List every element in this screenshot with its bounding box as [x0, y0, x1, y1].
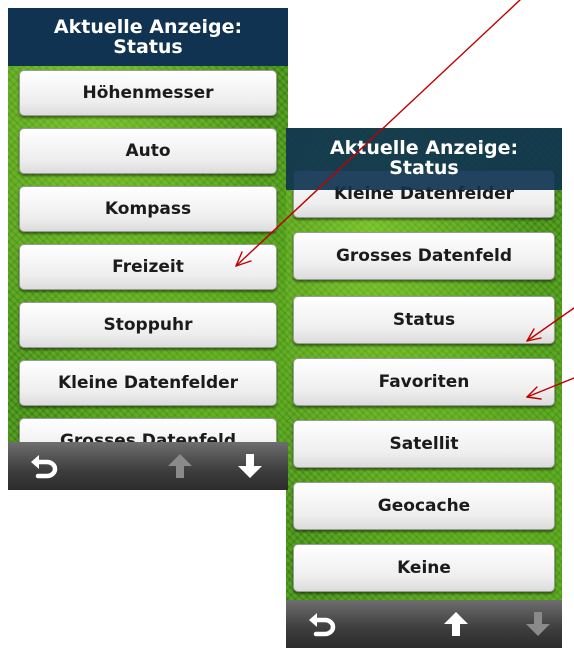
header-current-value: Status: [113, 36, 183, 58]
option-favoriten-button[interactable]: Favoriten: [293, 358, 555, 406]
option-auto-button[interactable]: Auto: [19, 128, 277, 174]
header-current-value: Status: [389, 157, 459, 179]
option-stoppuhr-button[interactable]: Stoppuhr: [19, 302, 277, 348]
current-display-header: Aktuelle Anzeige: Status: [8, 8, 288, 66]
up-arrow-icon[interactable]: [164, 450, 196, 482]
back-icon[interactable]: [28, 450, 60, 482]
header-title: Aktuelle Anzeige:: [53, 16, 243, 38]
device-screen-left: Aktuelle Anzeige: Status Höhenmesser Aut…: [8, 8, 288, 490]
option-kompass-button[interactable]: Kompass: [19, 186, 277, 232]
option-satellit-button[interactable]: Satellit: [293, 420, 555, 468]
option-kleine-datenfelder-button[interactable]: Kleine Datenfelder: [19, 360, 277, 406]
device-screen-right: Kleine Datenfelder Grosses Datenfeld Sta…: [286, 128, 562, 648]
down-arrow-icon[interactable]: [522, 608, 554, 640]
option-geocache-button[interactable]: Geocache: [293, 482, 555, 530]
bottom-toolbar: [8, 442, 288, 490]
up-arrow-icon[interactable]: [440, 608, 472, 640]
bottom-toolbar: [286, 600, 562, 648]
current-display-header: Aktuelle Anzeige: Status: [286, 128, 562, 190]
option-freizeit-button[interactable]: Freizeit: [19, 244, 277, 290]
option-hoehenmesser-button[interactable]: Höhenmesser: [19, 70, 277, 116]
back-icon[interactable]: [306, 608, 338, 640]
option-grosses-datenfeld-button[interactable]: Grosses Datenfeld: [293, 232, 555, 280]
header-title: Aktuelle Anzeige:: [329, 137, 519, 159]
option-keine-button[interactable]: Keine: [293, 544, 555, 592]
down-arrow-icon[interactable]: [234, 450, 266, 482]
option-status-button[interactable]: Status: [293, 296, 555, 344]
